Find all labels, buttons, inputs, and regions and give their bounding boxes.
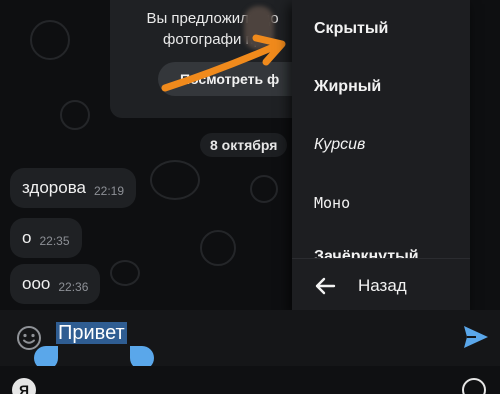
message-text: здорова — [22, 178, 86, 197]
menu-item-italic[interactable]: Курсив — [292, 116, 470, 174]
message-time: 22:19 — [94, 184, 125, 198]
menu-item-spoiler[interactable]: Скрытый — [292, 0, 470, 58]
message-time: 22:35 — [39, 234, 70, 248]
menu-item-strikethrough[interactable]: Зачёркнутый — [292, 228, 470, 258]
message-text: о — [22, 228, 32, 247]
keyboard-toolbar — [0, 366, 500, 394]
message-time: 22:36 — [58, 280, 89, 294]
wallpaper-doodle — [30, 20, 70, 60]
wallpaper-doodle — [200, 230, 236, 266]
menu-item-bold[interactable]: Жирный — [292, 58, 470, 116]
message-composer: Привет — [0, 310, 500, 366]
wallpaper-doodle — [250, 175, 278, 203]
annotation-arrow-icon — [161, 34, 286, 92]
suggestion-text-line1: Вы предложили до — [146, 10, 279, 27]
message-bubble[interactable]: ооо 22:36 — [10, 264, 101, 304]
message-bubble[interactable]: здорова 22:19 — [10, 168, 137, 208]
date-separator: 8 октября — [200, 133, 288, 157]
format-menu-list: Скрытый Жирный Курсив Моно Зачёркнутый — [292, 0, 470, 258]
message-input[interactable]: Привет — [56, 322, 127, 345]
menu-item-mono[interactable]: Моно — [292, 174, 470, 232]
menu-back-button[interactable]: Назад — [292, 258, 470, 312]
wallpaper-doodle — [110, 260, 140, 286]
message-bubble[interactable]: о 22:35 — [10, 218, 82, 258]
selected-text: Привет — [56, 322, 127, 344]
arrow-left-icon — [315, 277, 336, 294]
message-text: ооо — [22, 274, 51, 293]
wallpaper-doodle — [60, 100, 90, 130]
wallpaper-doodle — [150, 160, 200, 200]
format-menu: Скрытый Жирный Курсив Моно Зачёркнутый Н… — [292, 0, 470, 312]
menu-back-label: Назад — [358, 275, 407, 295]
send-icon[interactable] — [462, 324, 490, 350]
smile-icon[interactable] — [16, 325, 42, 351]
